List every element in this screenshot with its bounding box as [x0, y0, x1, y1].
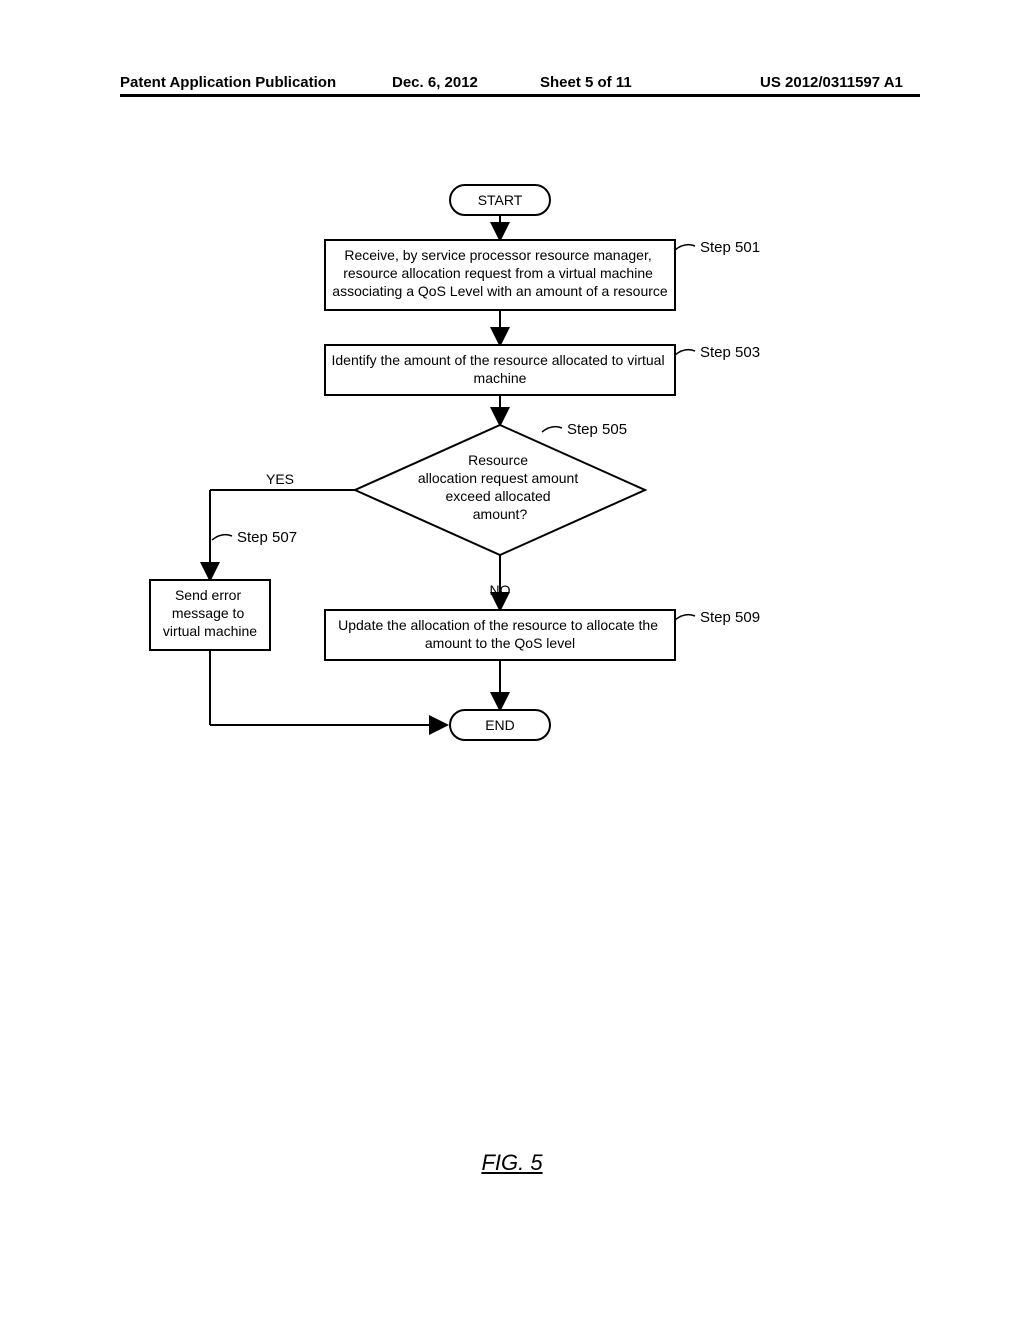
leader-509 — [675, 615, 695, 620]
step-501-text: Receive, by service processor resource m… — [332, 247, 668, 299]
end-label: END — [485, 717, 515, 733]
step-509-label: Step 509 — [700, 609, 760, 626]
header-date: Dec. 6, 2012 — [392, 74, 478, 91]
yes-label: YES — [266, 471, 294, 487]
start-label: START — [478, 192, 523, 208]
flowchart: START Receive, by service processor reso… — [100, 180, 920, 880]
step-503-label: Step 503 — [700, 344, 760, 361]
step-501-label: Step 501 — [700, 239, 760, 256]
header-rule — [120, 94, 920, 97]
step-505-label: Step 505 — [567, 421, 627, 438]
header-pubno: US 2012/0311597 A1 — [760, 74, 903, 91]
step-507-text: Send error message to virtual machine — [163, 587, 257, 639]
no-label: NO — [490, 582, 511, 598]
step-507-label: Step 507 — [237, 529, 297, 546]
header-left: Patent Application Publication — [120, 74, 336, 91]
header-sheet: Sheet 5 of 11 — [540, 74, 632, 91]
leader-507 — [212, 535, 232, 540]
leader-501 — [675, 245, 695, 250]
leader-503 — [675, 350, 695, 355]
leader-505 — [542, 427, 562, 432]
figure-label: FIG. 5 — [0, 1150, 1024, 1176]
